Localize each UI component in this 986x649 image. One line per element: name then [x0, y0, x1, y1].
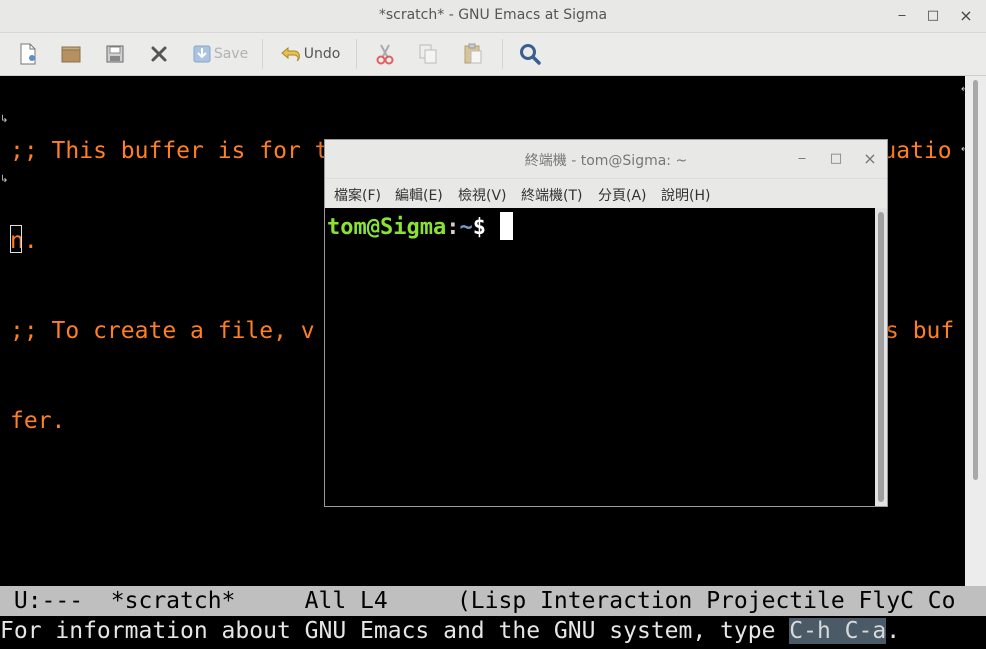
new-file-icon — [20, 43, 36, 65]
close-buffer-button[interactable] — [145, 39, 173, 69]
prompt-separator: : — [446, 215, 460, 240]
menu-terminal[interactable]: 終端機(T) — [521, 185, 582, 205]
save-disk-icon — [106, 45, 124, 63]
save-arrow-icon — [193, 45, 211, 63]
undo-arrow-icon — [280, 46, 300, 62]
search-button[interactable] — [516, 39, 544, 69]
prompt-symbol: $ — [472, 215, 486, 240]
emacs-toolbar: Save Undo — [0, 33, 986, 76]
prompt-path: ~ — [459, 215, 473, 240]
paste-icon — [464, 43, 482, 64]
maximize-button[interactable]: □ — [923, 6, 943, 26]
minibuffer-message: For information about GNU Emacs and the … — [0, 618, 790, 644]
close-window-button[interactable]: × — [956, 6, 976, 26]
terminal-cursor — [499, 212, 513, 240]
terminal-scrollbar[interactable] — [875, 208, 887, 506]
terminal-titlebar[interactable]: 終端機 - tom@Sigma: ~ ‒ □ × — [325, 140, 887, 178]
terminal-window[interactable]: 終端機 - tom@Sigma: ~ ‒ □ × 檔案(F) 編輯(E) 檢視(… — [324, 139, 888, 507]
terminal-menubar: 檔案(F) 編輯(E) 檢視(V) 終端機(T) 分頁(A) 說明(H) — [325, 178, 887, 209]
paste-button[interactable] — [459, 39, 487, 69]
menu-file[interactable]: 檔案(F) — [334, 185, 381, 205]
copy-button[interactable] — [414, 39, 442, 69]
emacs-scrollbar[interactable] — [965, 76, 986, 586]
mode-line[interactable]: U:--- *scratch* All L4 (Lisp Interaction… — [0, 586, 986, 616]
minibuffer[interactable]: For information about GNU Emacs and the … — [0, 616, 986, 649]
search-icon — [520, 44, 541, 65]
cut-icon — [376, 44, 394, 65]
toolbar-separator — [502, 39, 503, 69]
minimize-button[interactable]: ‒ — [892, 6, 912, 26]
undo-button[interactable]: Undo — [278, 39, 342, 69]
buffer-line-text: ;; To create a file, v — [10, 318, 315, 344]
wrap-left-arrow-icon: ↳ — [0, 174, 9, 185]
terminal-output[interactable]: tom@Sigma:~$ — [325, 208, 875, 506]
window-title: *scratch* - GNU Emacs at Sigma — [378, 7, 608, 23]
save-label: Save — [213, 46, 249, 62]
menu-help[interactable]: 說明(H) — [661, 185, 710, 205]
wrap-left-arrow-icon: ↳ — [0, 114, 9, 125]
terminal-scrollbar-thumb[interactable] — [878, 212, 884, 502]
copy-icon — [419, 44, 437, 64]
save-disk-button[interactable] — [101, 39, 129, 69]
menu-edit[interactable]: 編輯(E) — [395, 185, 443, 205]
cut-button[interactable] — [371, 39, 399, 69]
terminal-maximize-button[interactable]: □ — [826, 149, 846, 169]
prompt-user: tom@Sigma — [327, 215, 447, 240]
emacs-scrollbar-thumb[interactable] — [973, 80, 978, 480]
emacs-cursor — [10, 225, 22, 253]
open-file-button[interactable] — [57, 39, 85, 69]
open-folder-icon — [61, 46, 81, 63]
minibuffer-message-end: . — [886, 618, 901, 644]
new-file-button[interactable] — [14, 39, 42, 69]
terminal-close-button[interactable]: × — [860, 149, 880, 169]
left-fringe — [0, 76, 8, 586]
emacs-titlebar: *scratch* - GNU Emacs at Sigma ‒ □ × — [0, 0, 986, 33]
toolbar-separator — [356, 39, 357, 69]
buffer-line-text-tail: s buf — [885, 318, 955, 344]
undo-label: Undo — [303, 46, 341, 62]
close-buffer-icon — [151, 46, 167, 62]
minibuffer-key-link[interactable]: C-h C-a — [789, 618, 887, 644]
shell-prompt: tom@Sigma:~$ — [327, 212, 513, 243]
menu-view[interactable]: 檢視(V) — [458, 185, 507, 205]
save-button[interactable]: Save — [190, 39, 250, 69]
toolbar-separator — [262, 39, 263, 69]
menu-tabs[interactable]: 分頁(A) — [598, 185, 647, 205]
terminal-minimize-button[interactable]: ‒ — [792, 149, 812, 169]
